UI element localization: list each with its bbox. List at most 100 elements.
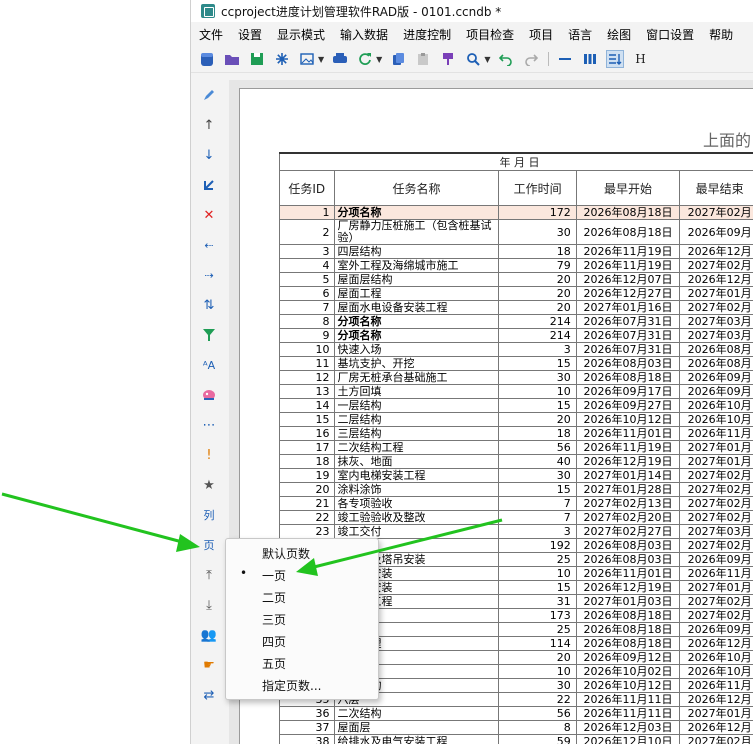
col-header-id[interactable]: 任务ID	[279, 170, 335, 206]
more-dots-icon[interactable]: ⋯	[200, 416, 218, 434]
outdent-icon[interactable]: ⇠	[200, 236, 218, 254]
pencil-icon[interactable]	[200, 86, 218, 104]
early-start-cell: 2026年08月03日	[575, 356, 681, 371]
table-row[interactable]: 14 一层结构 15 2026年09月27日 2026年10月	[279, 398, 753, 413]
menu-input-data[interactable]: 输入数据	[332, 26, 395, 43]
toolbar-h-button[interactable]: H	[631, 50, 649, 68]
move-top-icon[interactable]: ⤒	[200, 566, 218, 584]
line-icon[interactable]	[556, 50, 574, 68]
menu-drawing[interactable]: 绘图	[599, 26, 638, 43]
menu-help[interactable]: 帮助	[701, 26, 740, 43]
early-start-cell: 2027年01月16日	[575, 300, 681, 315]
table-row[interactable]: 1 分项名称 172 2026年08月18日 2027年02月	[279, 205, 753, 220]
early-finish-cell: 2027年02月	[679, 734, 753, 744]
table-row[interactable]: 22 竣工验验收及整改 7 2027年02月20日 2027年02月	[279, 510, 753, 525]
table-row[interactable]: 9 分项名称 214 2026年07月31日 2027年03月	[279, 328, 753, 343]
font-size-icon[interactable]: ᴬA	[200, 356, 218, 374]
menu-item-custom-pages[interactable]: 指定页数...	[262, 677, 321, 694]
star-icon[interactable]: ★	[200, 476, 218, 494]
table-row[interactable]: 16 三层结构 18 2026年11月01日 2026年11月	[279, 426, 753, 441]
open-folder-icon[interactable]	[223, 50, 241, 68]
table-row[interactable]: 18 抹灰、地面 40 2026年12月19日 2027年01月	[279, 454, 753, 469]
arrow-down-icon[interactable]: ↓	[200, 146, 218, 164]
early-finish-cell: 2027年01月	[679, 580, 753, 595]
col-header-duration[interactable]: 工作时间	[498, 170, 577, 206]
col-header-early-start[interactable]: 最早开始	[575, 170, 681, 206]
table-row[interactable]: 13 土方回填 10 2026年09月17日 2026年09月	[279, 384, 753, 399]
menu-item-default-pages[interactable]: 默认页数	[262, 545, 310, 562]
col-header-early-finish[interactable]: 最早结束	[679, 170, 753, 206]
col-header-name[interactable]: 任务名称	[333, 170, 500, 206]
table-row[interactable]: 36 二次结构 56 2026年11月11日 2027年01月	[279, 706, 753, 721]
table-row[interactable]: 5 屋面层结构 20 2026年12月07日 2026年12月	[279, 272, 753, 287]
palette-icon[interactable]	[200, 386, 218, 404]
arrow-up-icon[interactable]: ↑	[200, 116, 218, 134]
menu-file[interactable]: 文件	[191, 26, 230, 43]
refresh-dropdown-icon[interactable]: ▼	[376, 55, 382, 64]
search-icon[interactable]	[464, 50, 482, 68]
columns-icon[interactable]	[581, 50, 599, 68]
table-row[interactable]: 12 厂房无桩承台基础施工 30 2026年08月18日 2026年09月	[279, 370, 753, 385]
menu-item-five-pages[interactable]: 五页	[262, 655, 286, 672]
table-row[interactable]: 8 分项名称 214 2026年07月31日 2027年03月	[279, 314, 753, 329]
table-row[interactable]: 6 屋面工程 20 2026年12月27日 2027年01月	[279, 286, 753, 301]
page-button[interactable]: 页	[200, 536, 218, 554]
table-row[interactable]: 11 基坑支护、开挖 15 2026年08月03日 2026年08月	[279, 356, 753, 371]
undo-icon[interactable]	[497, 50, 515, 68]
move-bottom-icon[interactable]: ⤓	[200, 596, 218, 614]
table-row[interactable]: 15 二层结构 20 2026年10月12日 2026年10月	[279, 412, 753, 427]
duration-cell: 8	[498, 720, 577, 735]
exchange-icon[interactable]: ⇄	[200, 686, 218, 704]
format-brush-icon[interactable]	[439, 50, 457, 68]
table-row[interactable]: 38 给排水及电气安装工程 59 2026年12月10日 2027年02月	[279, 734, 753, 744]
table-row[interactable]: 21 各专项验收 7 2027年02月13日 2027年02月	[279, 496, 753, 511]
menu-project[interactable]: 项目	[521, 26, 560, 43]
menu-window-settings[interactable]: 窗口设置	[638, 26, 701, 43]
image-dropdown-icon[interactable]: ▼	[318, 55, 324, 64]
table-row[interactable]: 23 竣工交付 3 2027年02月27日 2027年03月	[279, 524, 753, 539]
table-row[interactable]: 3 四层结构 18 2026年11月19日 2026年12月	[279, 244, 753, 259]
table-row[interactable]: 4 室外工程及海绵城市施工 79 2026年11月19日 2027年02月	[279, 258, 753, 273]
table-row[interactable]: 19 室内电梯安装工程 30 2027年01月14日 2027年02月	[279, 468, 753, 483]
table-row[interactable]: 20 涂料涂饰 15 2027年01月28日 2027年02月	[279, 482, 753, 497]
filter-icon[interactable]	[200, 326, 218, 344]
redo-icon[interactable]	[522, 50, 540, 68]
menu-language[interactable]: 语言	[560, 26, 599, 43]
hand-icon[interactable]: ☛	[200, 656, 218, 674]
menu-progress-control[interactable]: 进度控制	[395, 26, 458, 43]
menu-settings[interactable]: 设置	[230, 26, 269, 43]
table-row[interactable]: 2 厂房静力压桩施工（包含桩基试验） 30 2026年08月18日 2026年09月	[279, 219, 753, 245]
refresh-icon[interactable]	[356, 50, 374, 68]
image-icon[interactable]	[298, 50, 316, 68]
sort-list-icon[interactable]	[606, 50, 625, 68]
save-icon[interactable]	[248, 50, 266, 68]
column-button[interactable]: 列	[200, 506, 218, 524]
print-icon[interactable]	[331, 50, 349, 68]
table-row[interactable]: 17 二次结构工程 56 2026年11月19日 2027年01月	[279, 440, 753, 455]
table-row[interactable]: 7 屋面水电设备安装工程 20 2027年01月16日 2027年02月	[279, 300, 753, 315]
exclamation-icon[interactable]: !	[200, 446, 218, 464]
swap-vertical-icon[interactable]: ⇅	[200, 296, 218, 314]
menu-item-four-pages[interactable]: 四页	[262, 633, 286, 650]
early-finish-cell: 2026年11月	[679, 678, 753, 693]
early-start-cell: 2026年12月19日	[575, 454, 681, 469]
menu-item-three-pages[interactable]: 三页	[262, 611, 286, 628]
delete-icon[interactable]: ✕	[200, 206, 218, 224]
paste-icon[interactable]	[414, 50, 432, 68]
table-row[interactable]: 10 快速入场 3 2026年07月31日 2026年08月	[279, 342, 753, 357]
snowflake-icon[interactable]	[273, 50, 291, 68]
early-start-cell: 2027年02月13日	[575, 496, 681, 511]
task-id-cell: 12	[279, 370, 335, 385]
menu-project-check[interactable]: 项目检查	[458, 26, 521, 43]
title-bar: ccproject进度计划管理软件RAD版 - 0101.ccndb *	[191, 0, 753, 22]
arrow-diagonal-icon[interactable]	[200, 176, 218, 194]
indent-icon[interactable]: ⇢	[200, 266, 218, 284]
users-icon[interactable]: 👥	[200, 626, 218, 644]
table-row[interactable]: 37 屋面层 8 2026年12月03日 2026年12月	[279, 720, 753, 735]
menu-display-mode[interactable]: 显示模式	[269, 26, 332, 43]
search-dropdown-icon[interactable]: ▼	[484, 55, 490, 64]
copy-icon[interactable]	[389, 50, 407, 68]
menu-item-two-pages[interactable]: 二页	[262, 589, 286, 606]
database-icon[interactable]	[198, 50, 216, 68]
menu-item-one-page[interactable]: 一页	[262, 567, 286, 584]
